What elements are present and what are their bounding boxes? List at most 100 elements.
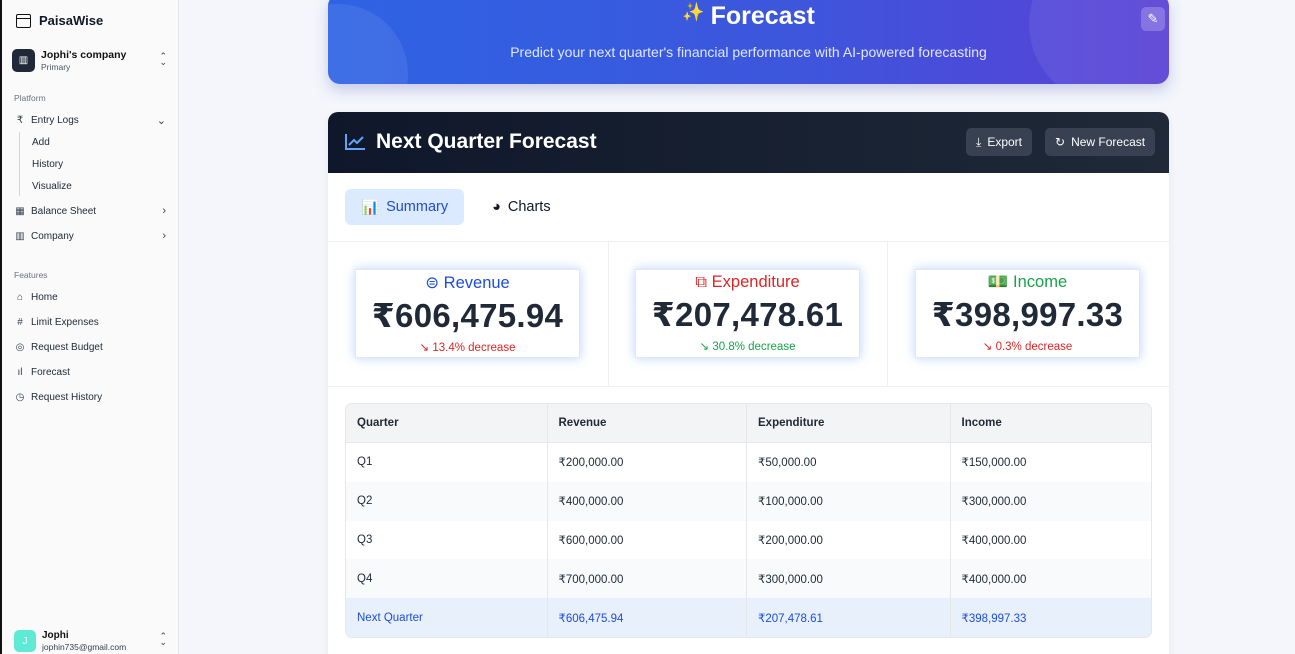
clock-icon: ◷ (15, 391, 25, 403)
magic-wand-icon[interactable]: ✎ (1141, 7, 1165, 31)
user-email: jophin735@gmail.com (42, 642, 127, 652)
income-label: 💵 Income (987, 273, 1068, 291)
sidebar-item-label: Request History (31, 391, 103, 403)
money-bill-icon: 💵 (987, 273, 1009, 291)
export-label: Export (987, 135, 1022, 149)
forecast-card: Next Quarter Forecast ⤓ Export ↻ New For… (328, 112, 1169, 654)
table-row: Q4 ₹700,000.00 ₹300,000.00 ₹400,000.00 (346, 559, 1151, 599)
sidebar-item-entry-logs[interactable]: ₹ Entry Logs ⌄ (14, 110, 170, 130)
sidebar-item-balance-sheet[interactable]: ▦ Balance Sheet › (14, 201, 170, 221)
download-icon: ⤓ (976, 134, 982, 149)
chevron-down-icon: ⌄ (156, 114, 166, 127)
page-title: ✨ Forecast (328, 2, 1169, 31)
view-tabs: 📊 Summary ◕ Charts (345, 189, 567, 225)
sidebar-item-company[interactable]: ▥ Company › (14, 226, 170, 246)
income-value: ₹398,997.33 (931, 296, 1124, 333)
column-header: Revenue (548, 404, 747, 442)
table-cell: ₹200,000.00 (548, 443, 747, 482)
table-cell: ₹606,475.94 (548, 598, 747, 637)
income-stat-card: 💵 Income ₹398,997.33 ↘ 0.3% decrease (915, 269, 1140, 358)
sidebar-item-label: Company (31, 230, 74, 242)
sidebar-item-limit-expenses[interactable]: # Limit Expenses (14, 312, 170, 332)
sidebar-item-request-budget[interactable]: ◎ Request Budget (14, 337, 170, 357)
sidebar-item-label: Forecast (31, 366, 70, 378)
table-cell: ₹400,000.00 (961, 534, 1027, 547)
sparkles-icon: ✨ (682, 2, 705, 22)
table-header-row: Quarter Revenue Expenditure Income (346, 404, 1151, 443)
sidebar-item-label: Limit Expenses (31, 316, 99, 328)
divider (608, 242, 609, 386)
card-header: Next Quarter Forecast ⤓ Export ↻ New For… (328, 112, 1169, 173)
chevron-right-icon: › (162, 205, 166, 217)
company-switcher[interactable]: ▥ Jophi's company Primary ⌃ ⌄ (12, 46, 172, 74)
chevrons-up-down-icon: ⌃ ⌄ (159, 631, 167, 647)
brand[interactable]: PaisaWise (16, 13, 103, 28)
coin-icon: ◎ (15, 341, 25, 353)
building-icon: ▥ (15, 230, 25, 242)
export-button[interactable]: ⤓ Export (966, 128, 1032, 156)
bar-chart-icon: 📊 (361, 199, 380, 216)
refresh-icon: ↻ (1055, 135, 1066, 149)
table-cell: ₹200,000.00 (747, 520, 951, 560)
sidebar-item-label: Request Budget (31, 341, 103, 353)
company-role: Primary (41, 61, 71, 72)
table-cell: ₹400,000.00 (961, 573, 1027, 586)
sidebar-item-request-history[interactable]: ◷ Request History (14, 387, 170, 407)
table-cell: Next Quarter (346, 598, 548, 637)
company-building-icon: ▥ (12, 48, 35, 72)
page-subtitle: Predict your next quarter's financial pe… (510, 44, 987, 60)
revenue-change: ↘ 13.4% decrease (419, 342, 516, 354)
sidebar-subitem-add[interactable]: Add (32, 137, 50, 148)
table-cell: ₹300,000.00 (961, 496, 1027, 509)
sidebar-item-label: Balance Sheet (31, 205, 97, 217)
tab-charts[interactable]: ◕ Charts (476, 189, 566, 225)
sidebar-item-forecast[interactable]: ıl Forecast (14, 362, 170, 382)
trend-down-icon: ↘ (699, 341, 710, 353)
avatar: J (14, 630, 36, 652)
tab-label: Summary (386, 199, 449, 215)
platform-section-label: Platform (14, 93, 46, 103)
user-menu[interactable]: J Jophi jophin735@gmail.com ⌃ ⌄ (14, 628, 172, 654)
sidebar-subitem-visualize[interactable]: Visualize (32, 181, 72, 192)
table-cell: ₹100,000.00 (747, 481, 951, 521)
sidebar-item-label: Home (31, 291, 58, 303)
company-name: Jophi's company (41, 48, 127, 61)
divider (328, 386, 1169, 387)
table-cell: Q3 (346, 520, 548, 560)
home-icon: ⌂ (16, 291, 24, 303)
table-cell: Q1 (346, 443, 548, 482)
sidebar: PaisaWise ▥ Jophi's company Primary ⌃ ⌄ P… (0, 0, 179, 654)
trend-down-icon: ↘ (982, 341, 993, 353)
cash-icon: ⧉ (695, 273, 708, 291)
forecast-banner: ✨ Forecast Predict your next quarter's fi… (328, 0, 1169, 84)
table-cell: ₹50,000.00 (747, 443, 951, 482)
table-cell: ₹300,000.00 (747, 559, 951, 599)
table-cell: ₹400,000.00 (548, 481, 747, 521)
tab-summary[interactable]: 📊 Summary (345, 189, 465, 225)
sidebar-subitem-history[interactable]: History (32, 159, 63, 170)
table-cell: Q4 (346, 559, 548, 599)
table-cell: ₹600,000.00 (548, 520, 747, 560)
hash-icon: # (17, 316, 23, 328)
trending-up-icon (345, 134, 365, 150)
table-row: Q1 ₹200,000.00 ₹50,000.00 ₹150,000.00 (346, 443, 1151, 482)
expenditure-value: ₹207,478.61 (651, 296, 844, 333)
column-header: Income (961, 417, 1002, 429)
table-cell: ₹398,997.33 (961, 612, 1027, 625)
divider (887, 242, 888, 386)
sidebar-item-home[interactable]: ⌂ Home (14, 287, 170, 307)
expenditure-change: ↘ 30.8% decrease (699, 341, 796, 353)
trend-down-icon: ↘ (419, 342, 430, 354)
submenu-line (19, 132, 20, 196)
dollar-icon: ⊜ (425, 274, 440, 292)
card-title: Next Quarter Forecast (376, 130, 597, 153)
table-row-next-quarter: Next Quarter ₹606,475.94 ₹207,478.61 ₹39… (346, 598, 1151, 637)
revenue-stat-card: ⊜ Revenue ₹606,475.94 ↘ 13.4% decrease (355, 269, 580, 358)
table-cell: ₹207,478.61 (747, 598, 951, 637)
revenue-value: ₹606,475.94 (371, 297, 564, 334)
browser-window-icon (16, 13, 31, 28)
new-forecast-button[interactable]: ↻ New Forecast (1045, 128, 1156, 156)
revenue-label: ⊜ Revenue (425, 274, 510, 292)
new-forecast-label: New Forecast (1071, 135, 1146, 149)
income-change: ↘ 0.3% decrease (982, 341, 1073, 353)
